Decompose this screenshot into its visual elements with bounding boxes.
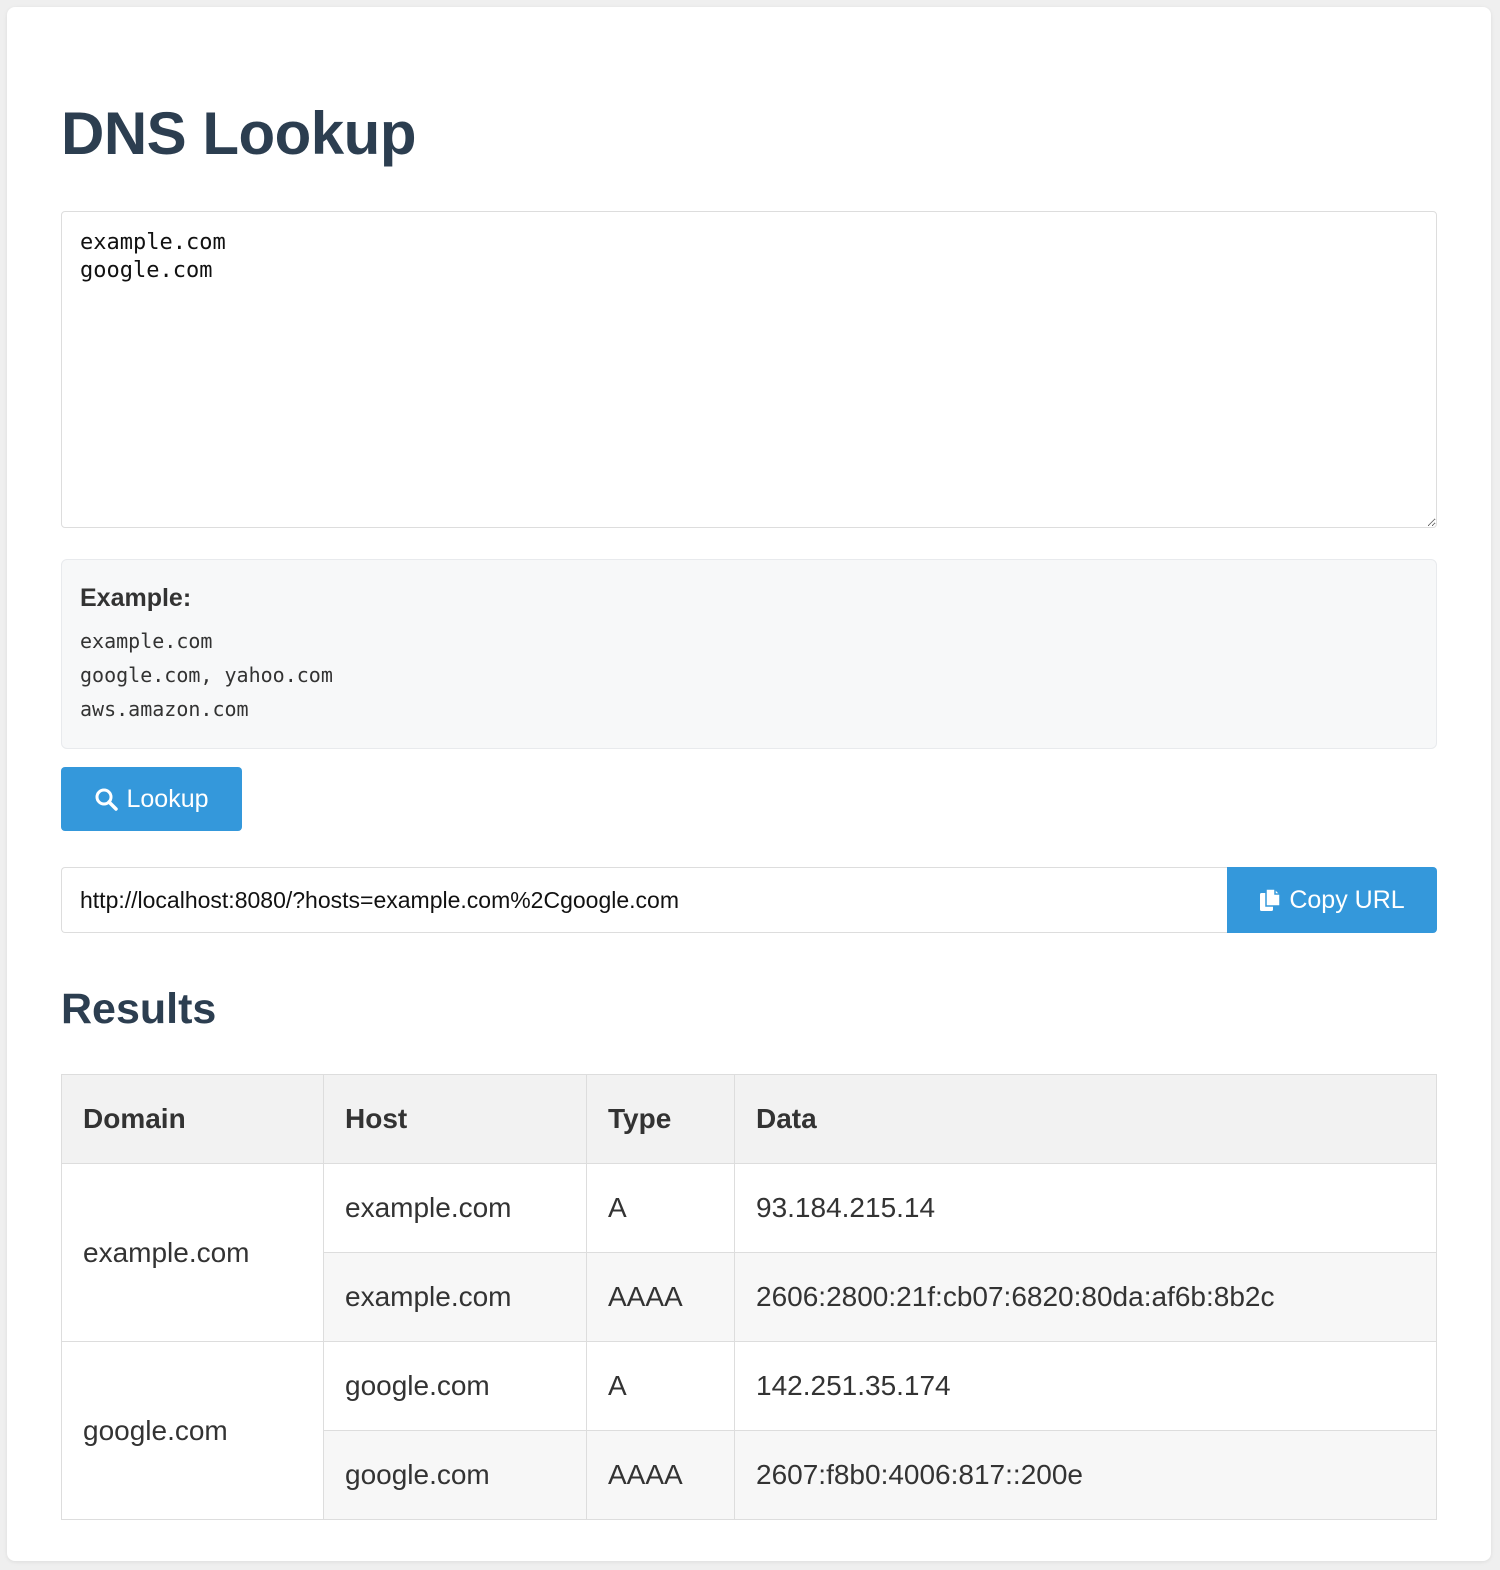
data-cell: 2607:f8b0:4006:817::200e xyxy=(734,1430,1437,1520)
example-box: Example: example.com google.com, yahoo.c… xyxy=(61,559,1437,749)
page-title: DNS Lookup xyxy=(61,100,416,167)
example-line: example.com xyxy=(80,629,213,653)
share-url-row: Copy URL xyxy=(61,867,1437,933)
search-icon xyxy=(94,787,119,811)
example-heading: Example: xyxy=(80,584,192,612)
table-row: example.com example.com A 93.184.215.14 xyxy=(61,1163,1437,1342)
column-header-domain: Domain xyxy=(61,1074,324,1164)
example-line: aws.amazon.com xyxy=(80,697,249,721)
type-cell: AAAA xyxy=(586,1252,735,1342)
host-cell: google.com xyxy=(323,1430,587,1520)
column-header-host: Host xyxy=(323,1074,587,1164)
hosts-textarea[interactable] xyxy=(61,211,1437,528)
lookup-button[interactable]: Lookup xyxy=(61,767,242,831)
domain-cell: example.com xyxy=(61,1163,324,1342)
share-url-input[interactable] xyxy=(61,867,1227,933)
results-title: Results xyxy=(61,985,217,1033)
example-line: google.com, yahoo.com xyxy=(80,663,333,687)
data-cell: 2606:2800:21f:cb07:6820:80da:af6b:8b2c xyxy=(734,1252,1437,1342)
column-header-data: Data xyxy=(734,1074,1437,1164)
table-header-row: Domain Host Type Data xyxy=(61,1074,1437,1164)
data-cell: 142.251.35.174 xyxy=(734,1341,1437,1431)
copy-url-button-label: Copy URL xyxy=(1289,885,1405,914)
type-cell: AAAA xyxy=(586,1430,735,1520)
type-cell: A xyxy=(586,1341,735,1431)
results-table: Domain Host Type Data example.com exampl… xyxy=(61,1074,1437,1520)
type-cell: A xyxy=(586,1163,735,1253)
host-cell: example.com xyxy=(323,1163,587,1253)
column-header-type: Type xyxy=(586,1074,735,1164)
lookup-button-label: Lookup xyxy=(126,784,209,813)
main-card: DNS Lookup Example: example.com google.c… xyxy=(7,7,1491,1561)
copy-icon xyxy=(1259,888,1282,912)
table-row: google.com google.com A 142.251.35.174 xyxy=(61,1341,1437,1520)
domain-cell: google.com xyxy=(61,1341,324,1520)
copy-url-button[interactable]: Copy URL xyxy=(1227,867,1437,933)
data-cell: 93.184.215.14 xyxy=(734,1163,1437,1253)
host-cell: google.com xyxy=(323,1341,587,1431)
host-cell: example.com xyxy=(323,1252,587,1342)
